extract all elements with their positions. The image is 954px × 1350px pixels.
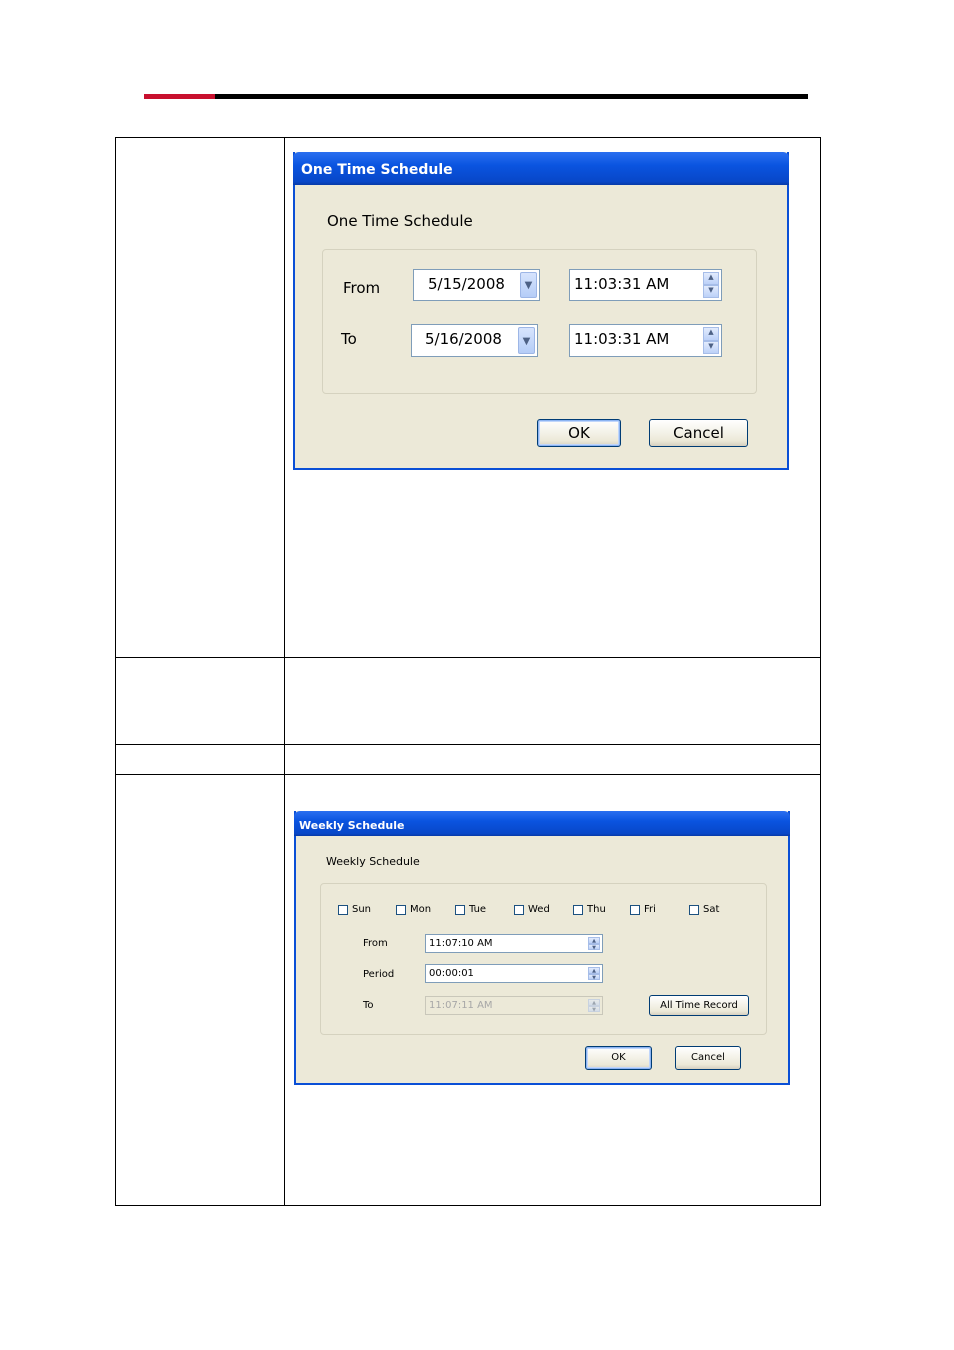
spin-down-icon: ▼ <box>588 1005 600 1013</box>
checkbox-label: Fri <box>644 904 656 915</box>
spin-arrows-icon: ▲ ▼ <box>588 999 600 1013</box>
to-date-value: 5/16/2008 <box>425 330 502 348</box>
schedule-group: From 5/15/2008 ▼ 11:03:31 AM ▲ ▼ To 5/16… <box>322 249 757 394</box>
header-rule-red <box>144 94 215 99</box>
checkbox-label: Tue <box>469 904 487 915</box>
schedule-group: Sun Mon Tue Wed Thu Fri Sat From 11:07:1… <box>320 883 767 1035</box>
cancel-button[interactable]: Cancel <box>675 1046 741 1070</box>
checkbox-label: Thu <box>587 904 606 915</box>
from-time-value: 11:03:31 AM <box>574 275 670 293</box>
to-time-spinner[interactable]: 11:03:31 AM ▲ ▼ <box>569 324 722 357</box>
chevron-down-icon[interactable]: ▼ <box>520 272 537 298</box>
checkbox-icon[interactable] <box>689 905 699 915</box>
dialog-title: One Time Schedule <box>293 152 789 185</box>
checkbox-label: Mon <box>410 904 432 915</box>
to-date-picker[interactable]: 5/16/2008 ▼ <box>411 324 538 357</box>
spin-arrows-icon[interactable]: ▲ ▼ <box>703 272 719 298</box>
period-spinner[interactable]: 00:00:01 ▲ ▼ <box>425 964 603 983</box>
cancel-button[interactable]: Cancel <box>649 419 748 447</box>
ok-button[interactable]: OK <box>537 419 621 447</box>
checkbox-icon[interactable] <box>338 905 348 915</box>
to-label: To <box>341 330 357 348</box>
all-time-record-button[interactable]: All Time Record <box>649 995 749 1016</box>
to-label: To <box>363 1000 374 1011</box>
checkbox-icon[interactable] <box>514 905 524 915</box>
to-time-spinner: 11:07:11 AM ▲ ▼ <box>425 996 603 1015</box>
from-time-value: 11:07:10 AM <box>429 938 493 949</box>
period-value: 00:00:01 <box>429 968 474 979</box>
from-label: From <box>343 279 381 297</box>
period-label: Period <box>363 969 395 980</box>
spin-down-icon[interactable]: ▼ <box>703 285 719 298</box>
dialog-heading: One Time Schedule <box>327 212 473 230</box>
checkbox-icon[interactable] <box>630 905 640 915</box>
spin-arrows-icon[interactable]: ▲ ▼ <box>588 967 600 981</box>
checkbox-label: Sat <box>703 904 720 915</box>
spin-down-icon[interactable]: ▼ <box>588 943 600 951</box>
dialog-heading: Weekly Schedule <box>326 855 420 868</box>
checkbox-label: Sun <box>352 904 372 915</box>
table-row-divider <box>116 774 820 775</box>
to-time-value: 11:07:11 AM <box>429 1000 493 1011</box>
from-time-spinner[interactable]: 11:03:31 AM ▲ ▼ <box>569 269 722 301</box>
spin-arrows-icon[interactable]: ▲ ▼ <box>703 327 719 354</box>
chevron-down-icon[interactable]: ▼ <box>518 327 535 354</box>
checkbox-label: Wed <box>528 904 550 915</box>
checkbox-icon[interactable] <box>573 905 583 915</box>
weekly-schedule-dialog: Weekly Schedule Weekly Schedule Sun Mon … <box>294 811 790 1085</box>
checkbox-icon[interactable] <box>396 905 406 915</box>
table-row-divider <box>116 657 820 658</box>
spin-down-icon[interactable]: ▼ <box>703 340 719 354</box>
spin-down-icon[interactable]: ▼ <box>588 973 600 981</box>
from-label: From <box>363 938 388 949</box>
from-date-picker[interactable]: 5/15/2008 ▼ <box>413 269 540 301</box>
header-rule-black <box>215 94 808 99</box>
spin-arrows-icon[interactable]: ▲ ▼ <box>588 937 600 951</box>
table-row-divider <box>116 744 820 745</box>
from-date-value: 5/15/2008 <box>428 275 505 293</box>
spin-up-icon[interactable]: ▲ <box>703 327 719 341</box>
to-time-value: 11:03:31 AM <box>574 330 670 348</box>
one-time-schedule-dialog: One Time Schedule One Time Schedule From… <box>293 152 789 470</box>
spin-up-icon[interactable]: ▲ <box>703 272 719 285</box>
checkbox-icon[interactable] <box>455 905 465 915</box>
dialog-title: Weekly Schedule <box>294 811 790 836</box>
from-time-spinner[interactable]: 11:07:10 AM ▲ ▼ <box>425 934 603 953</box>
table-column-divider <box>284 138 285 1205</box>
ok-button[interactable]: OK <box>585 1046 652 1070</box>
